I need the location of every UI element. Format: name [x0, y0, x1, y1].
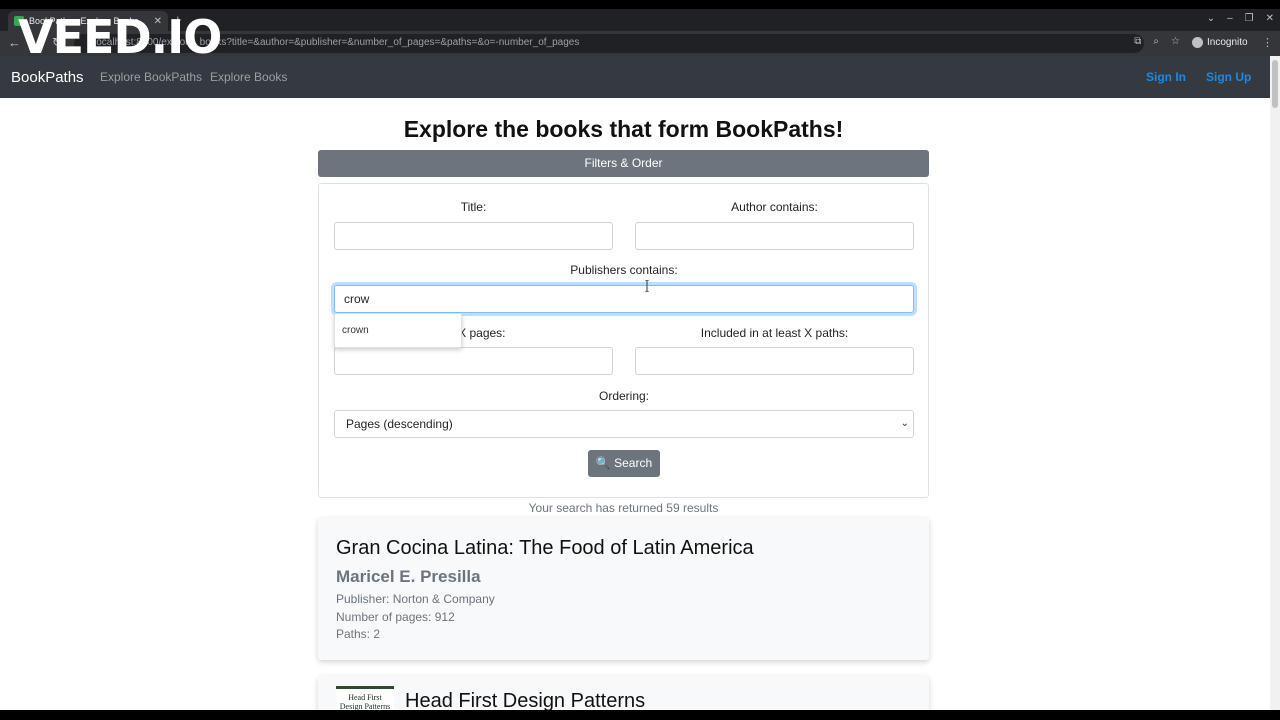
book-author: Maricel E. Presilla [336, 567, 481, 586]
bottom-strip [0, 710, 1280, 720]
restore-icon[interactable]: ❐ [1245, 13, 1254, 24]
results-count: Your search has returned 59 results [528, 501, 719, 515]
top-strip [0, 0, 1280, 9]
watermark-logo: VEED.IO [18, 10, 222, 64]
publisher-label: Publishers contains: [570, 263, 678, 277]
book-card[interactable]: Gran Cocina Latina: The Food of Latin Am… [318, 518, 929, 660]
bookmark-star-icon[interactable]: ☆ [1171, 36, 1180, 47]
close-window-icon[interactable]: ✕ [1266, 13, 1274, 24]
nav-explore-books[interactable]: Explore Books [210, 70, 287, 84]
address-icons: ⧉ ⌕ ☆ [1134, 36, 1180, 47]
brand-link[interactable]: BookPaths [11, 69, 84, 86]
tab-search-icon[interactable]: ⌄ [1207, 13, 1215, 24]
window-controls: ⌄ – ❐ ✕ [1207, 13, 1274, 24]
book-pages: Number of pages: 912 [336, 610, 455, 624]
minimize-icon[interactable]: – [1227, 13, 1233, 24]
paths-input[interactable] [635, 347, 914, 375]
page-scrollbar[interactable] [1270, 56, 1280, 710]
author-input[interactable] [635, 222, 914, 250]
book-title[interactable]: Gran Cocina Latina: The Food of Latin Am… [336, 537, 754, 560]
sign-in-link[interactable]: Sign In [1146, 70, 1186, 84]
zoom-icon[interactable]: ⌕ [1153, 36, 1159, 47]
book-paths: Paths: 2 [336, 627, 381, 641]
translate-icon[interactable]: ⧉ [1134, 36, 1141, 47]
scroll-thumb[interactable] [1272, 60, 1278, 108]
text-cursor-icon [645, 280, 649, 292]
autocomplete-suggestion[interactable]: crown [334, 313, 462, 348]
title-input[interactable] [334, 222, 613, 250]
ordering-label: Ordering: [598, 389, 650, 403]
browser-menu-icon[interactable]: ⋮ [1262, 36, 1273, 49]
paths-label: Included in at least X paths: [700, 326, 849, 340]
author-label: Author contains: [731, 200, 818, 214]
incognito-badge[interactable]: Incognito [1192, 37, 1248, 48]
filters-toggle-button[interactable]: Filters & Order [318, 150, 929, 177]
url-bar[interactable]: localhost:8000/explore_books?title=&auth… [74, 34, 1144, 53]
incognito-icon [1192, 37, 1203, 48]
publisher-input[interactable] [334, 285, 914, 313]
book-publisher: Publisher: Norton & Company [336, 592, 495, 606]
pages-input[interactable] [334, 347, 613, 375]
search-button[interactable]: 🔍 Search [588, 450, 660, 477]
ordering-value: Pages (descending) [346, 417, 453, 431]
sign-up-link[interactable]: Sign Up [1206, 70, 1251, 84]
ordering-select[interactable]: Pages (descending) ⌄ [334, 410, 914, 438]
title-label: Title: [460, 200, 487, 214]
incognito-label: Incognito [1207, 37, 1248, 48]
chevron-down-icon: ⌄ [900, 418, 909, 429]
nav-explore-bookpaths[interactable]: Explore BookPaths [100, 70, 202, 84]
site-navbar: BookPaths Explore BookPaths Explore Book… [0, 56, 1270, 98]
page-title: Explore the books that form BookPaths! [403, 116, 844, 142]
